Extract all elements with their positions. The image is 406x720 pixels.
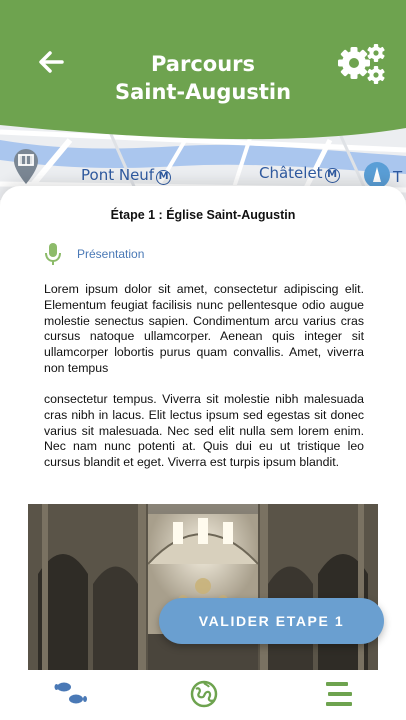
church-interior-image [28,504,378,670]
globe-icon [190,680,218,708]
nav-item-map[interactable] [187,679,221,709]
map-label-pont-neuf: Pont Neuf M [81,166,172,185]
map-marker-icon[interactable] [11,146,41,186]
stage-paragraph: Lorem ipsum dolor sit amet, consectetur … [44,282,364,375]
bottom-navigation [0,670,406,720]
gears-icon [338,44,385,84]
app-header: Parcours Saint-Augustin [0,0,406,150]
arrow-left-icon [39,51,64,73]
settings-button[interactable] [336,42,388,86]
back-button[interactable] [34,44,70,80]
audio-label: Présentation [77,247,145,261]
metro-icon: M [324,168,340,183]
nav-item-menu[interactable] [322,679,356,709]
stage-title: Étape 1 : Église Saint-Augustin [110,208,296,222]
map-label-chatelet: Châtelet M [259,164,340,183]
validate-stage-button[interactable]: VALIDER ETAPE 1 [159,598,384,644]
footsteps-icon [54,682,87,704]
page-title: Parcours Saint-Augustin [114,52,292,104]
metro-icon: M [156,170,172,185]
microphone-icon [45,243,61,265]
nav-item-route[interactable] [54,679,88,709]
map-poi-icon[interactable] [364,162,390,188]
map-label-t: T [393,168,403,186]
audio-presentation-button[interactable]: Présentation [44,241,144,267]
stage-paragraph: consectetur tempus. Viverra sit molestie… [44,392,364,470]
menu-icon [326,682,352,706]
